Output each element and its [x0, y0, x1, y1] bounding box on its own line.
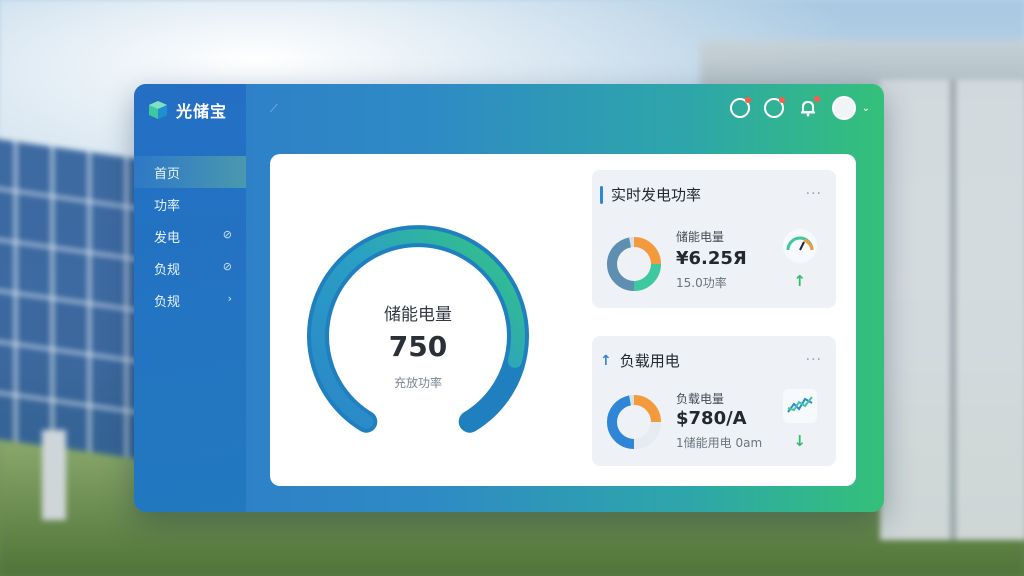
app-logo[interactable]: 光储宝 [148, 98, 227, 122]
sidebar-item-label: 发电 [154, 230, 181, 246]
sidebar-item-load-more[interactable]: 负规 › [134, 284, 246, 316]
logo-cube-icon [149, 101, 167, 119]
storage-gauge: 储能电量 750 充放功率 [298, 212, 538, 452]
sidebar-nav: 首页 功率 发电 ⊘ 负规 ⊘ 负规 › [134, 156, 246, 316]
sidebar-item-label: 功率 [154, 198, 181, 214]
sidebar-item-label: 负规 [154, 262, 181, 278]
sidebar-item-generation[interactable]: 发电 ⊘ [134, 220, 246, 252]
sidebar-item-label: 负规 [154, 294, 181, 310]
speedometer-icon [783, 229, 817, 263]
card-value: ¥6.25Я [676, 248, 747, 269]
sidebar-item-home[interactable]: 首页 [134, 156, 246, 188]
card-header: 实时发电功率 [600, 184, 701, 205]
refresh-icon[interactable] [729, 97, 751, 118]
avatar[interactable] [831, 96, 856, 120]
card-title: 负载用电 [619, 352, 680, 370]
message-icon[interactable] [763, 97, 785, 118]
background-panel-post [42, 430, 66, 520]
bell-icon[interactable] [798, 96, 820, 118]
arrow-up-icon: ↑ [600, 352, 612, 369]
gauge-title: 储能电量 [384, 305, 452, 325]
trend-up-icon: ↑ [793, 272, 806, 290]
trend-chart-icon [783, 389, 817, 423]
app-name: 光储宝 [176, 102, 228, 121]
collapse-sidebar-icon[interactable]: ⟋ [270, 102, 278, 116]
sidebar: 光储宝 首页 功率 发电 ⊘ 负规 ⊘ 负规 › [134, 84, 246, 512]
more-options-icon[interactable]: ··· [806, 352, 822, 368]
chevron-right-icon: › [227, 292, 232, 305]
trend-down-icon: ↓ [793, 432, 806, 450]
chevron-down-icon[interactable]: ⌄ [862, 103, 870, 114]
notification-dot [744, 97, 751, 103]
more-options-icon[interactable]: ··· [806, 186, 822, 202]
sidebar-item-label: 首页 [154, 166, 181, 182]
sidebar-item-power[interactable]: 功率 [134, 188, 246, 220]
gauge-value: 750 [388, 330, 448, 363]
sidebar-item-load[interactable]: 负规 ⊘ [134, 252, 246, 284]
card-subtext: 15.0功率 [676, 276, 727, 290]
dashboard-panel: 储能电量 750 充放功率 实时发电功率 ··· 储能电量 ¥6.25Я 15.… [270, 154, 856, 486]
app-window: 光储宝 首页 功率 发电 ⊘ 负规 ⊘ 负规 › ⟋ ⌄ 储能电量 750 充放… [134, 84, 884, 512]
notification-dot [778, 97, 785, 103]
background-battery-cabinet [880, 80, 1024, 540]
donut-chart-icon [606, 395, 661, 449]
notification-dot [813, 96, 820, 102]
card-realtime-generation[interactable]: 实时发电功率 ··· 储能电量 ¥6.25Я 15.0功率 ↑ [592, 170, 836, 308]
sidebar-item-icon: ⊘ [222, 228, 232, 241]
card-subtext: 1储能用电 0am [676, 436, 763, 450]
card-label: 储能电量 [676, 230, 725, 244]
card-load-consumption[interactable]: ↑ 负载用电 ··· 负载电量 $780/A 1储能用电 0am ↓ [592, 336, 836, 466]
card-label: 负载电量 [676, 392, 725, 406]
card-accent-bar [600, 185, 603, 204]
donut-chart-icon [606, 237, 661, 291]
card-title: 实时发电功率 [611, 186, 702, 204]
topbar-actions: ⌄ [729, 96, 870, 120]
card-header: ↑ 负载用电 [600, 350, 680, 371]
gauge-subtitle: 充放功率 [393, 376, 442, 390]
card-value: $780/A [676, 408, 747, 429]
sidebar-item-icon: ⊘ [222, 260, 232, 273]
